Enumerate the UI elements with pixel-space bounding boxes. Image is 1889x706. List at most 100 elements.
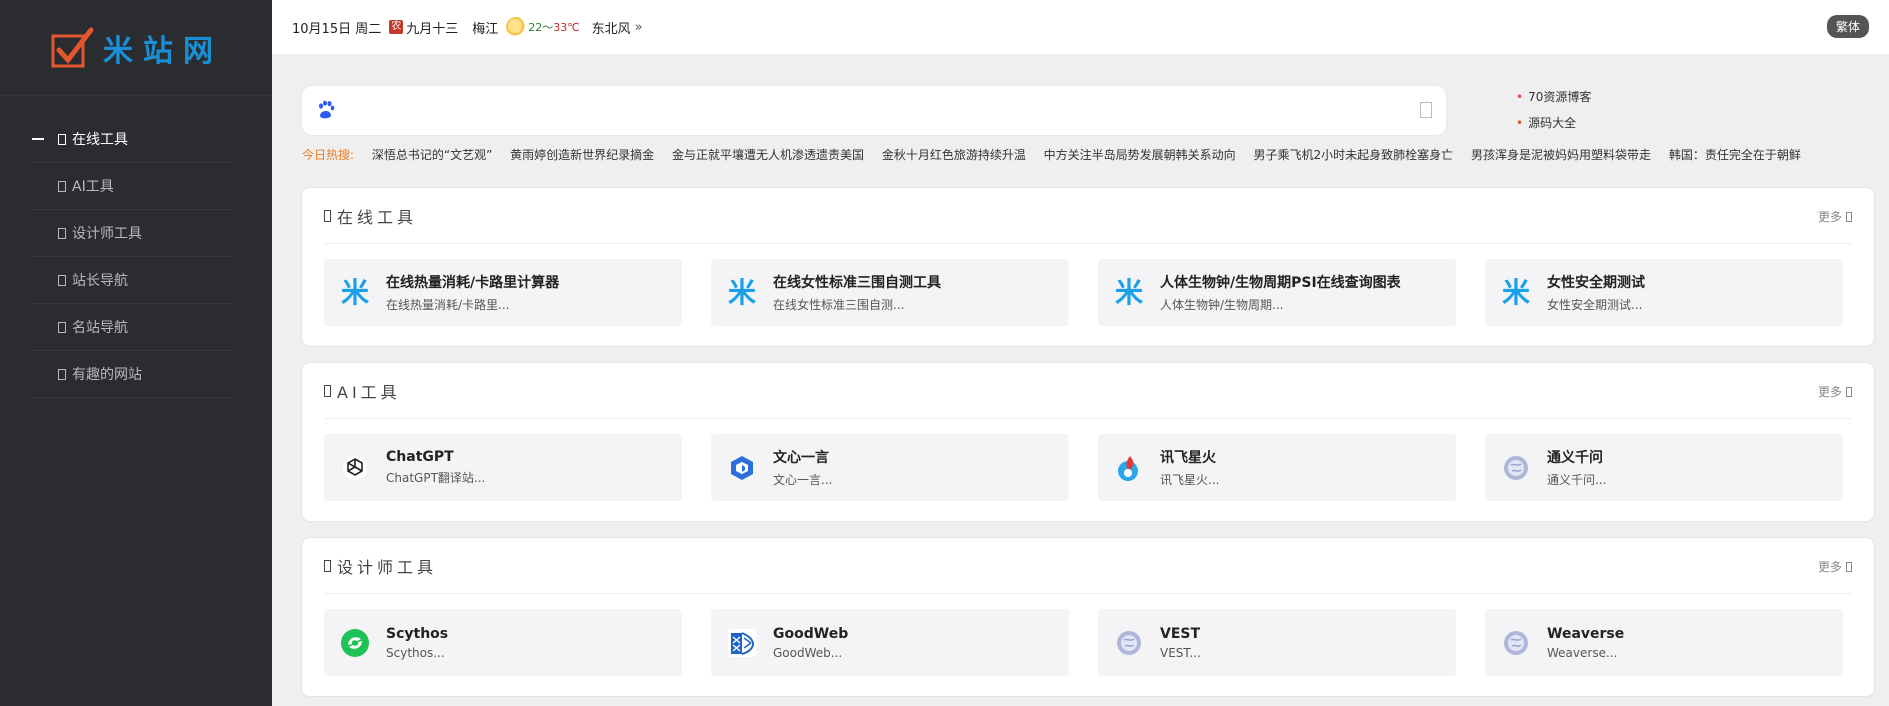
tool-card[interactable]: 米 在线女性标准三围自测工具 在线女性标准三围自测... bbox=[711, 259, 1069, 326]
more-link[interactable]: 更多 bbox=[1818, 383, 1852, 400]
temp-high: 33℃ bbox=[553, 21, 580, 34]
temperature: 22～33℃ bbox=[528, 19, 579, 35]
chevron-right-icon[interactable]: » bbox=[635, 20, 643, 35]
card-title: 讯飞星火 bbox=[1160, 450, 1216, 466]
card-title: GoodWeb bbox=[773, 625, 849, 642]
temp-separator: ～ bbox=[542, 21, 554, 34]
tool-card[interactable]: Weaverse Weaverse... bbox=[1485, 609, 1843, 676]
tool-card[interactable]: 通义千问 通义千问... bbox=[1485, 434, 1843, 501]
sidebar-item-label: 在线工具 bbox=[72, 132, 128, 148]
top-bar: 10月15日 周二 农 九月十三 梅江 22～33℃ 东北风 » 繁体 bbox=[272, 0, 1889, 54]
scythos-icon bbox=[340, 628, 370, 658]
traditional-chinese-button[interactable]: 繁体 bbox=[1826, 15, 1869, 38]
sidebar-item-label: AI工具 bbox=[72, 179, 114, 195]
section-ai-tools: AI工具 更多 ChatGPT ChatGPT翻译站... 文心一言文心一言...… bbox=[302, 363, 1874, 521]
more-link[interactable]: 更多 bbox=[1818, 558, 1852, 575]
card-title: Scythos bbox=[386, 625, 449, 642]
lunar-badge: 农 bbox=[389, 20, 404, 34]
sidebar-item-ai-tools[interactable]: AI工具 bbox=[32, 163, 234, 210]
card-desc: VEST... bbox=[1160, 645, 1201, 660]
lunar-date: 九月十三 bbox=[406, 21, 459, 37]
sidebar-item-designer-tools[interactable]: 设计师工具 bbox=[32, 210, 234, 257]
hot-search-item[interactable]: 金与正就平壤遭无人机渗透遗责美国 bbox=[672, 148, 864, 162]
square-icon bbox=[324, 559, 331, 572]
mi-icon: 米 bbox=[727, 275, 756, 309]
card-desc: 在线女性标准三围自测... bbox=[773, 298, 905, 312]
sidebar-item-online-tools[interactable]: 在线工具 bbox=[32, 116, 234, 163]
card-desc: 人体生物钟/生物周期... bbox=[1160, 298, 1284, 312]
sidebar-item-famous-sites[interactable]: 名站导航 bbox=[32, 304, 234, 351]
temp-low: 22 bbox=[528, 21, 543, 34]
wind-text: 东北风 bbox=[591, 21, 631, 37]
hot-search-item[interactable]: 黄雨婷创造新世界纪录摘金 bbox=[510, 148, 654, 162]
card-desc: GoodWeb... bbox=[773, 645, 843, 660]
wenxin-icon bbox=[727, 453, 757, 483]
card-title: ChatGPT bbox=[386, 449, 454, 465]
sidebar: 米站网 在线工具 AI工具 设计师工具 站长导航 名站导航 有趣的网站 bbox=[0, 0, 272, 706]
baidu-paw-icon[interactable] bbox=[316, 100, 336, 120]
card-desc: 文心一言... bbox=[773, 473, 833, 487]
tool-card[interactable]: 讯飞星火讯飞星火... bbox=[1098, 434, 1456, 501]
search-submit-icon[interactable] bbox=[1420, 102, 1432, 118]
sidebar-item-fun-sites[interactable]: 有趣的网站 bbox=[32, 351, 234, 398]
tool-card[interactable]: VEST VEST... bbox=[1098, 609, 1456, 676]
section-designer-tools: 设计师工具 更多 Scythos Scythos... GoodWeb GoodWe… bbox=[302, 538, 1874, 696]
hot-search-label: 今日热搜: bbox=[302, 148, 355, 162]
city-name[interactable]: 梅江 bbox=[472, 18, 498, 37]
tool-card[interactable]: GoodWeb GoodWeb... bbox=[711, 609, 1069, 676]
side-links: • 70资源博客 • 源码大全 bbox=[1516, 88, 1591, 140]
bullet-icon: • bbox=[1516, 90, 1524, 104]
goodweb-icon bbox=[727, 628, 757, 658]
square-icon bbox=[58, 180, 66, 192]
logo[interactable]: 米站网 bbox=[0, 0, 272, 96]
date-text: 10月15日 周二 bbox=[292, 21, 382, 37]
card-title: 通义千问 bbox=[1547, 450, 1603, 466]
card-desc: 讯飞星火... bbox=[1160, 473, 1220, 487]
tool-card[interactable]: ChatGPT ChatGPT翻译站... bbox=[324, 434, 682, 501]
hot-search-item[interactable]: 中方关注半岛局势发展朝韩关系动向 bbox=[1044, 148, 1236, 162]
side-link-label: 源码大全 bbox=[1528, 116, 1577, 130]
tool-card[interactable]: 米 女性安全期测试 女性安全期测试... bbox=[1485, 259, 1843, 326]
card-title: 文心一言 bbox=[773, 450, 829, 466]
card-title: 在线女性标准三围自测工具 bbox=[773, 275, 941, 291]
hot-search-item[interactable]: 金秋十月红色旅游持续升温 bbox=[882, 148, 1026, 162]
hot-search-item[interactable]: 深悟总书记的“文艺观” bbox=[372, 148, 492, 162]
search-input[interactable] bbox=[348, 94, 1388, 126]
section-title: 在线工具 bbox=[337, 207, 418, 227]
search-box bbox=[302, 86, 1446, 135]
square-icon bbox=[324, 209, 331, 222]
side-link-source-code[interactable]: • 源码大全 bbox=[1516, 114, 1591, 140]
card-title: Weaverse bbox=[1547, 625, 1625, 642]
xinghuo-icon bbox=[1114, 453, 1144, 483]
section-title: AI工具 bbox=[337, 382, 401, 402]
more-link[interactable]: 更多 bbox=[1818, 208, 1852, 225]
card-title: 人体生物钟/生物周期PSI在线查询图表 bbox=[1160, 275, 1401, 291]
card-title: 女性安全期测试 bbox=[1547, 275, 1645, 291]
hot-search-item[interactable]: 男子乘飞机2小时未起身致肺栓塞身亡 bbox=[1254, 148, 1454, 162]
square-icon bbox=[58, 133, 66, 145]
sidebar-item-label: 有趣的网站 bbox=[72, 367, 142, 383]
mi-icon: 米 bbox=[1114, 275, 1143, 309]
tool-card[interactable]: Scythos Scythos... bbox=[324, 609, 682, 676]
openai-icon bbox=[340, 453, 370, 483]
card-desc: ChatGPT翻译站... bbox=[386, 471, 486, 485]
sidebar-item-webmaster-nav[interactable]: 站长导航 bbox=[32, 257, 234, 304]
hot-search-item[interactable]: 韩国：责任完全在于朝鲜 ... bbox=[1669, 148, 1802, 162]
more-label: 更多 bbox=[1817, 560, 1842, 574]
side-link-70-blog[interactable]: • 70资源博客 bbox=[1516, 88, 1591, 114]
section-online-tools: 在线工具 更多 米 在线热量消耗/卡路里计算器 在线热量消耗/卡路里... 米 在… bbox=[302, 188, 1874, 346]
tool-card[interactable]: 米 在线热量消耗/卡路里计算器 在线热量消耗/卡路里... bbox=[324, 259, 682, 326]
tool-card[interactable]: 文心一言文心一言... bbox=[711, 434, 1069, 501]
square-icon bbox=[1846, 561, 1852, 572]
sidebar-nav: 在线工具 AI工具 设计师工具 站长导航 名站导航 有趣的网站 bbox=[0, 116, 272, 398]
bullet-icon: • bbox=[1516, 116, 1524, 130]
mi-icon: 米 bbox=[1501, 275, 1530, 309]
globe-icon bbox=[1114, 628, 1144, 658]
tool-card[interactable]: 米 人体生物钟/生物周期PSI在线查询图表 人体生物钟/生物周期... bbox=[1098, 259, 1456, 326]
hot-search-item[interactable]: 男孩浑身是泥被妈妈用塑料袋带走 bbox=[1471, 148, 1651, 162]
card-title: VEST bbox=[1160, 625, 1201, 642]
card-title: 在线热量消耗/卡路里计算器 bbox=[386, 275, 560, 291]
card-desc: Scythos... bbox=[386, 645, 445, 660]
globe-icon bbox=[1501, 628, 1531, 658]
sidebar-item-label: 站长导航 bbox=[72, 273, 128, 289]
